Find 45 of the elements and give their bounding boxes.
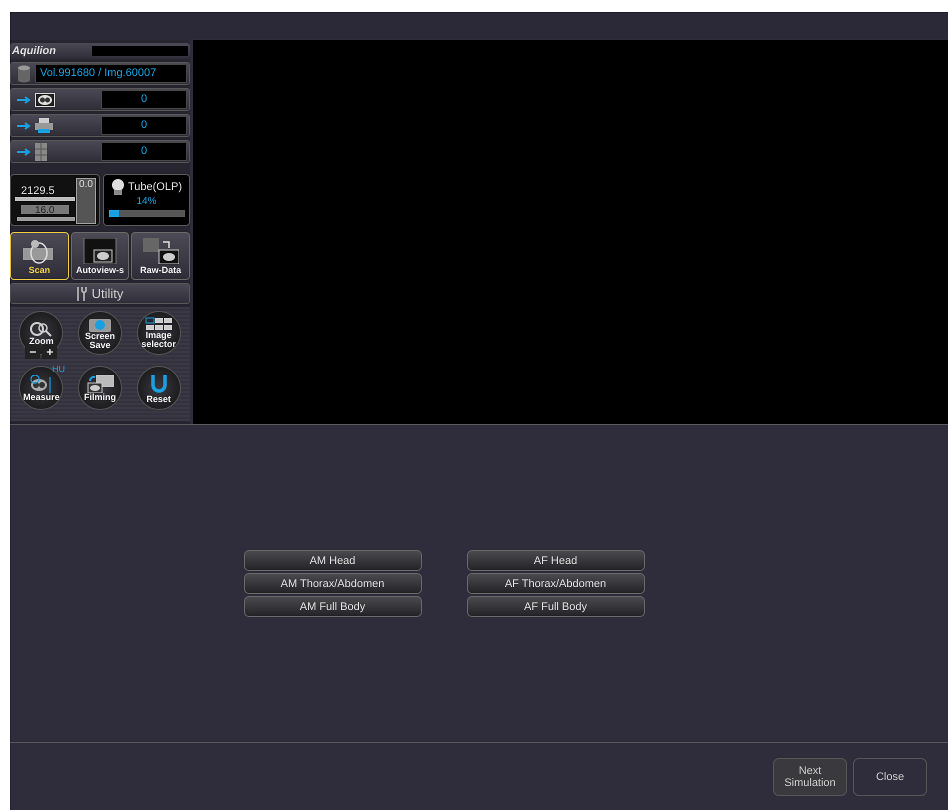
scan-mode-button[interactable]: Scan [10, 232, 69, 280]
hu-mark: HU [52, 364, 65, 374]
zoom-out-button[interactable]: − [25, 345, 40, 359]
phantom-button[interactable]: AF Full Body [466, 596, 644, 617]
tube-icon [110, 179, 125, 195]
count-display: 0 [101, 142, 187, 161]
utility-button[interactable]: Utility [10, 283, 190, 304]
film-icon [86, 374, 114, 392]
phantom-button[interactable]: AF Thorax/Abdomen [466, 573, 644, 594]
filming-tool-button[interactable]: Filming [78, 366, 122, 410]
monitor-icon [82, 238, 118, 264]
reset-tool-button[interactable]: Reset [136, 366, 181, 410]
next-button[interactable]: Next Simulation [773, 758, 847, 796]
arrow-icon [17, 122, 31, 130]
phantom-button[interactable]: AM Head [244, 550, 422, 571]
cabinet-icon [35, 142, 47, 160]
arrow-icon [17, 96, 31, 104]
gantry-display: 0.0 [76, 178, 96, 224]
screensave-tool-button[interactable]: Screen Save [78, 311, 122, 355]
zoom-in-button[interactable]: + [42, 345, 58, 359]
logo: Aquilion [12, 45, 57, 57]
ct-slice-icon [35, 92, 55, 106]
printer-icon [35, 118, 53, 134]
magnifier-icon [28, 320, 54, 336]
arrow-icon [17, 148, 31, 156]
close-button[interactable]: Close [853, 758, 927, 796]
phantom-button[interactable]: AM Full Body [244, 596, 422, 617]
count-display: 0 [101, 116, 187, 135]
couch-position: 2129.5 [21, 185, 55, 197]
cylinder-icon [17, 64, 31, 82]
autoview-mode-button[interactable]: Autoview-s [70, 232, 130, 280]
image-grid-icon [144, 317, 174, 331]
volume-display: Vol.991680 / Img.60007 [35, 64, 187, 83]
couch-icon [15, 197, 77, 223]
tools-icon [76, 286, 87, 300]
tube-reading: 14% [136, 196, 156, 207]
couch-height: 16.0 [35, 205, 54, 216]
camera-icon [88, 316, 112, 332]
tube-label: Tube(OLP) [128, 181, 182, 193]
phantom-button[interactable]: AF Head [466, 550, 644, 571]
rawdata-mode-button[interactable]: Raw-Data [131, 232, 190, 280]
count-display: 0 [101, 90, 187, 109]
imageselector-tool-button[interactable]: Image selector [136, 311, 181, 355]
phantom-button[interactable]: AM Thorax/Abdomen [244, 573, 422, 594]
data-transfer-icon [142, 238, 179, 264]
